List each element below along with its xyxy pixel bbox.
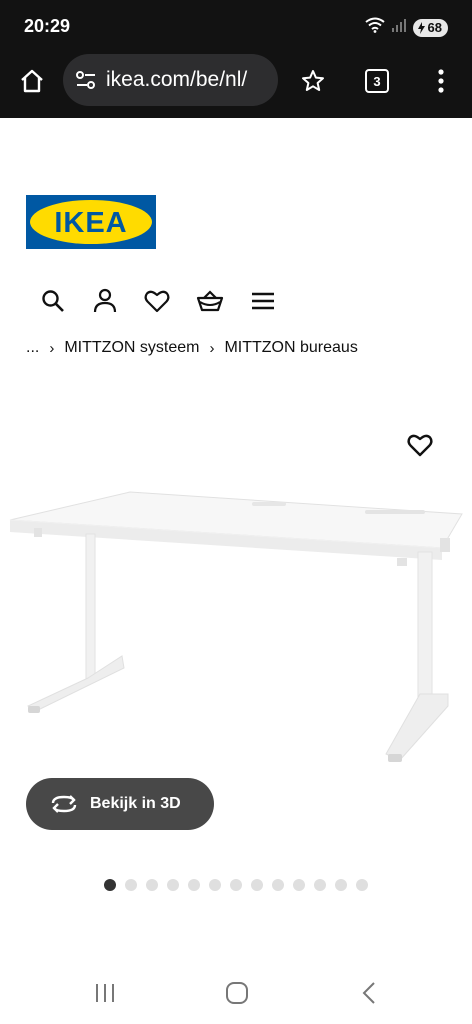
account-icon bbox=[93, 288, 117, 313]
star-icon bbox=[302, 70, 324, 91]
signal-icon bbox=[391, 18, 406, 37]
more-vertical-icon bbox=[438, 69, 444, 93]
rotate-3d-icon bbox=[51, 795, 77, 813]
breadcrumb-item-mittzon-systeem[interactable]: MITTZON systeem bbox=[64, 339, 199, 357]
browser-toolbar: ikea.com/be/nl/ 3 bbox=[0, 54, 472, 118]
home-nav-button[interactable] bbox=[222, 978, 252, 1008]
battery-level: 68 bbox=[427, 20, 442, 35]
tab-count: 3 bbox=[365, 69, 389, 93]
chevron-right-icon: › bbox=[49, 339, 55, 357]
basket-button[interactable] bbox=[195, 286, 225, 316]
home-icon bbox=[226, 982, 248, 1004]
heart-icon bbox=[407, 434, 433, 457]
ikea-logo[interactable]: IKEA bbox=[26, 195, 156, 249]
view-in-3d-button[interactable]: Bekijk in 3D bbox=[26, 778, 214, 830]
basket-icon bbox=[196, 290, 224, 312]
gallery-dot[interactable] bbox=[146, 879, 158, 891]
breadcrumb: ... › MITTZON systeem › MITTZON bureaus bbox=[26, 339, 358, 357]
status-bar: 20:29 68 bbox=[0, 0, 472, 54]
browser-menu-button[interactable] bbox=[426, 66, 456, 96]
gallery-dot[interactable] bbox=[209, 879, 221, 891]
search-icon bbox=[42, 290, 64, 312]
gallery-dot[interactable] bbox=[125, 879, 137, 891]
menu-button[interactable] bbox=[248, 286, 278, 316]
heart-icon bbox=[144, 290, 170, 313]
status-time: 20:29 bbox=[24, 16, 71, 36]
gallery-dot[interactable] bbox=[335, 879, 347, 891]
menu-icon bbox=[252, 292, 274, 310]
gallery-dot[interactable] bbox=[293, 879, 305, 891]
site-settings-icon bbox=[76, 71, 95, 89]
home-icon bbox=[21, 69, 43, 93]
system-nav-bar bbox=[0, 962, 472, 1024]
product-image[interactable] bbox=[0, 410, 472, 790]
gallery-dot[interactable] bbox=[104, 879, 116, 891]
gallery-dot[interactable] bbox=[167, 879, 179, 891]
gallery-dot[interactable] bbox=[230, 879, 242, 891]
image-gallery-pagination bbox=[104, 879, 368, 891]
search-button[interactable] bbox=[38, 286, 68, 316]
back-button[interactable] bbox=[354, 978, 384, 1008]
back-icon bbox=[362, 982, 375, 1004]
gallery-dot[interactable] bbox=[272, 879, 284, 891]
add-to-favourites-button[interactable] bbox=[404, 430, 436, 460]
gallery-dot[interactable] bbox=[251, 879, 263, 891]
wifi-icon bbox=[364, 17, 385, 38]
tab-switcher-button[interactable]: 3 bbox=[362, 66, 392, 96]
gallery-dot[interactable] bbox=[188, 879, 200, 891]
gallery-dot[interactable] bbox=[314, 879, 326, 891]
gallery-dot[interactable] bbox=[356, 879, 368, 891]
battery-indicator: 68 bbox=[412, 18, 448, 37]
view-in-3d-label: Bekijk in 3D bbox=[90, 795, 181, 812]
address-bar[interactable]: ikea.com/be/nl/ bbox=[63, 54, 278, 106]
battery-charging-icon bbox=[417, 21, 425, 34]
recent-apps-button[interactable] bbox=[90, 978, 120, 1008]
chevron-right-icon: › bbox=[209, 339, 215, 357]
account-button[interactable] bbox=[90, 286, 120, 316]
url-text: ikea.com/be/nl/ bbox=[106, 68, 248, 91]
status-icons: 68 bbox=[364, 17, 448, 38]
recent-apps-icon bbox=[96, 984, 114, 1002]
home-button[interactable] bbox=[17, 66, 47, 96]
breadcrumb-item-mittzon-bureaus[interactable]: MITTZON bureaus bbox=[224, 339, 357, 357]
breadcrumb-ellipsis[interactable]: ... bbox=[26, 339, 39, 357]
bookmark-button[interactable] bbox=[298, 66, 328, 96]
favourites-button[interactable] bbox=[142, 286, 172, 316]
svg-text:IKEA: IKEA bbox=[54, 207, 127, 239]
